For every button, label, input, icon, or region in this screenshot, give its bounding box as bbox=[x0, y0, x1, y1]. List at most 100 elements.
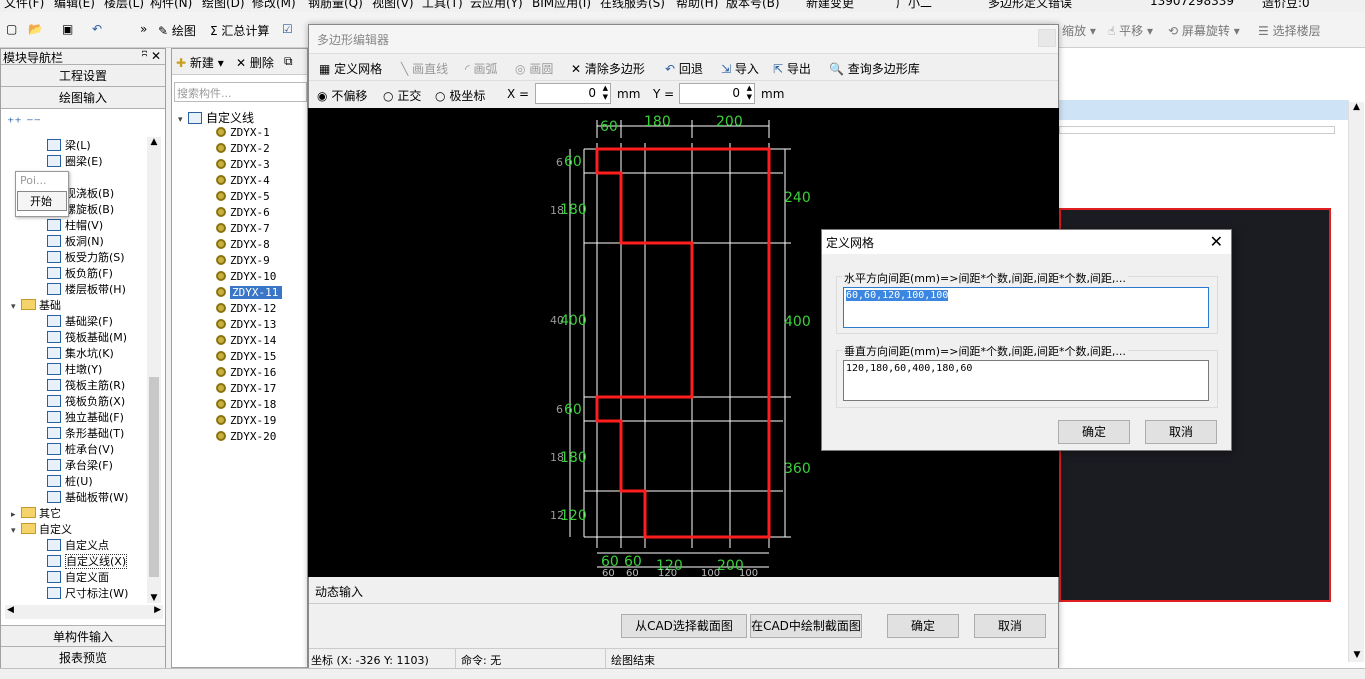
draw-button[interactable]: ✎ 绘图 bbox=[158, 22, 196, 39]
scroll-up-icon[interactable]: ▲ bbox=[147, 137, 161, 147]
component-item[interactable]: ZDYX-20 bbox=[216, 429, 276, 445]
sum-button[interactable]: Σ 汇总计算 bbox=[210, 22, 269, 39]
editor-close-button[interactable] bbox=[1038, 29, 1056, 47]
menu-item[interactable]: 钢筋量(Q) bbox=[308, 0, 363, 11]
check-icon[interactable]: ☑ bbox=[282, 22, 293, 36]
component-item[interactable]: ZDYX-13 bbox=[216, 317, 276, 333]
copy-icon[interactable]: ⧉ bbox=[284, 54, 293, 69]
collapse-icon[interactable]: ▾ bbox=[178, 115, 188, 125]
component-item[interactable]: ZDYX-14 bbox=[216, 333, 276, 349]
nav-item[interactable]: 柱帽(V) bbox=[47, 218, 103, 234]
nav-item[interactable]: 自定义面 bbox=[47, 570, 109, 586]
new-file-icon[interactable]: ▢ bbox=[6, 22, 17, 36]
nav-folder[interactable]: ▾ 基础 bbox=[11, 298, 61, 314]
nav-hscrollbar[interactable]: ◀ ▶ bbox=[5, 605, 163, 619]
export-button[interactable]: ⇱ 导出 bbox=[773, 60, 811, 77]
vertical-spacing-input[interactable]: 120,180,60,400,180,60 bbox=[843, 360, 1209, 401]
component-item[interactable]: ZDYX-16 bbox=[216, 365, 276, 381]
menu-item[interactable]: 多边形定义错误 bbox=[988, 0, 1072, 11]
draw-line-button[interactable]: ╲ 画直线 bbox=[401, 60, 448, 77]
menu-item[interactable]: 版本号(B) bbox=[726, 0, 780, 11]
nav-item[interactable]: 梁(L) bbox=[47, 138, 91, 154]
component-item[interactable]: ZDYX-3 bbox=[216, 157, 270, 173]
menu-item[interactable]: 视图(V) bbox=[372, 0, 414, 11]
nav-item[interactable]: 独立基础(F) bbox=[47, 410, 124, 426]
nav-item[interactable]: 桩(U) bbox=[47, 474, 93, 490]
more-icon[interactable]: » bbox=[140, 22, 147, 36]
zoom-button[interactable]: 缩放 ▾ bbox=[1062, 22, 1096, 39]
collapse-icon[interactable]: ▾ bbox=[11, 299, 21, 315]
dialog-ok-button[interactable]: 确定 bbox=[1058, 420, 1130, 444]
single-input-button[interactable]: 单构件输入 bbox=[1, 625, 165, 647]
collapse-icon[interactable]: ▾ bbox=[11, 523, 21, 539]
component-item[interactable]: ZDYX-2 bbox=[216, 141, 270, 157]
workspace-scroll-up-icon[interactable]: ▲ bbox=[1349, 102, 1364, 112]
component-item[interactable]: ZDYX-15 bbox=[216, 349, 276, 365]
menu-item[interactable]: BIM应用(I) bbox=[532, 0, 591, 11]
open-file-icon[interactable]: 📂 bbox=[28, 22, 43, 36]
undo-icon[interactable]: ↶ bbox=[92, 22, 102, 36]
define-grid-button[interactable]: ▦ 定义网格 bbox=[319, 60, 382, 77]
scroll-left-icon[interactable]: ◀ bbox=[7, 605, 14, 615]
nav-item[interactable]: 尺寸标注(W) bbox=[47, 586, 128, 602]
menu-item[interactable]: 文件(F) bbox=[4, 0, 44, 11]
component-item[interactable]: ZDYX-11 bbox=[216, 285, 283, 301]
nav-item[interactable]: 筏板主筋(R) bbox=[47, 378, 125, 394]
popup-start-button[interactable]: 开始 bbox=[17, 191, 67, 211]
draw-in-cad-button[interactable]: 在CAD中绘制截面图 bbox=[750, 614, 862, 638]
expand-icon[interactable]: ▸ bbox=[11, 507, 21, 523]
component-item[interactable]: ZDYX-10 bbox=[216, 269, 276, 285]
menu-item[interactable]: 构件(N) bbox=[150, 0, 192, 11]
import-button[interactable]: ⇲ 导入 bbox=[721, 60, 759, 77]
menu-item[interactable]: 在线服务(S) bbox=[600, 0, 665, 11]
menu-item[interactable]: 楼层(L) bbox=[104, 0, 144, 11]
nav-item[interactable]: 集水坑(K) bbox=[47, 346, 114, 362]
component-root[interactable]: ▾ 自定义线 bbox=[178, 109, 254, 126]
workspace-scrollbar[interactable]: ▲ ▼ bbox=[1348, 102, 1364, 662]
project-settings-button[interactable]: 工程设置 bbox=[1, 65, 165, 87]
component-item[interactable]: ZDYX-9 bbox=[216, 253, 270, 269]
menu-item[interactable]: 13907298339 bbox=[1150, 0, 1234, 8]
component-item[interactable]: ZDYX-12 bbox=[216, 301, 276, 317]
rotate-button[interactable]: ⟲ 屏幕旋转 ▾ bbox=[1168, 22, 1240, 39]
component-item[interactable]: ZDYX-8 bbox=[216, 237, 270, 253]
draw-circle-button[interactable]: ◎ 画圆 bbox=[515, 60, 553, 77]
nav-item[interactable]: 圈梁(E) bbox=[47, 154, 103, 170]
nav-folder[interactable]: ▾ 自定义 bbox=[11, 522, 72, 538]
nav-item[interactable]: 筏板基础(M) bbox=[47, 330, 127, 346]
component-item[interactable]: ZDYX-17 bbox=[216, 381, 276, 397]
draw-input-button[interactable]: 绘图输入 bbox=[1, 87, 165, 109]
component-item[interactable]: ZDYX-7 bbox=[216, 221, 270, 237]
nav-item[interactable]: 楼层板带(H) bbox=[47, 282, 126, 298]
x-input[interactable]: 0 ▲ ▼ bbox=[535, 83, 611, 104]
ortho-radio[interactable]: ○ 正交 bbox=[383, 87, 421, 104]
nav-item[interactable]: 柱墩(Y) bbox=[47, 362, 102, 378]
expand-all-icon[interactable]: ⁺⁺ ⁻⁻ bbox=[7, 115, 41, 131]
close-icon[interactable]: ✕ bbox=[151, 49, 161, 63]
nav-item[interactable]: 桩承台(V) bbox=[47, 442, 114, 458]
report-preview-button[interactable]: 报表预览 bbox=[1, 647, 165, 669]
nav-item[interactable]: 自定义点 bbox=[47, 538, 109, 554]
pin-icon[interactable]: ʭ bbox=[142, 49, 147, 60]
pan-button[interactable]: ☝ 平移 ▾ bbox=[1108, 22, 1153, 39]
component-item[interactable]: ZDYX-1 bbox=[216, 125, 270, 141]
clear-polygon-button[interactable]: ✕ 清除多边形 bbox=[571, 60, 645, 77]
polar-radio[interactable]: ○ 极坐标 bbox=[435, 87, 485, 104]
y-input[interactable]: 0 ▲ ▼ bbox=[679, 83, 755, 104]
component-item[interactable]: ZDYX-6 bbox=[216, 205, 270, 221]
nav-folder[interactable]: ▸ 其它 bbox=[11, 506, 61, 522]
menu-item[interactable]: 广小二 bbox=[896, 0, 932, 11]
nav-item[interactable]: 基础梁(F) bbox=[47, 314, 113, 330]
menu-item[interactable]: 新建变更 bbox=[806, 0, 854, 11]
dialog-cancel-button[interactable]: 取消 bbox=[1145, 420, 1217, 444]
workspace-scroll-down-icon[interactable]: ▼ bbox=[1349, 650, 1365, 660]
save-icon[interactable]: ▣ bbox=[62, 22, 73, 36]
menu-item[interactable]: 帮助(H) bbox=[676, 0, 718, 11]
component-item[interactable]: ZDYX-18 bbox=[216, 397, 276, 413]
spinner-icon[interactable]: ▲ ▼ bbox=[747, 84, 752, 102]
component-item[interactable]: ZDYX-4 bbox=[216, 173, 270, 189]
scroll-thumb[interactable] bbox=[149, 377, 159, 577]
spinner-icon[interactable]: ▲ ▼ bbox=[603, 84, 608, 102]
component-item[interactable]: ZDYX-5 bbox=[216, 189, 270, 205]
dialog-close-icon[interactable]: ✕ bbox=[1210, 232, 1223, 251]
